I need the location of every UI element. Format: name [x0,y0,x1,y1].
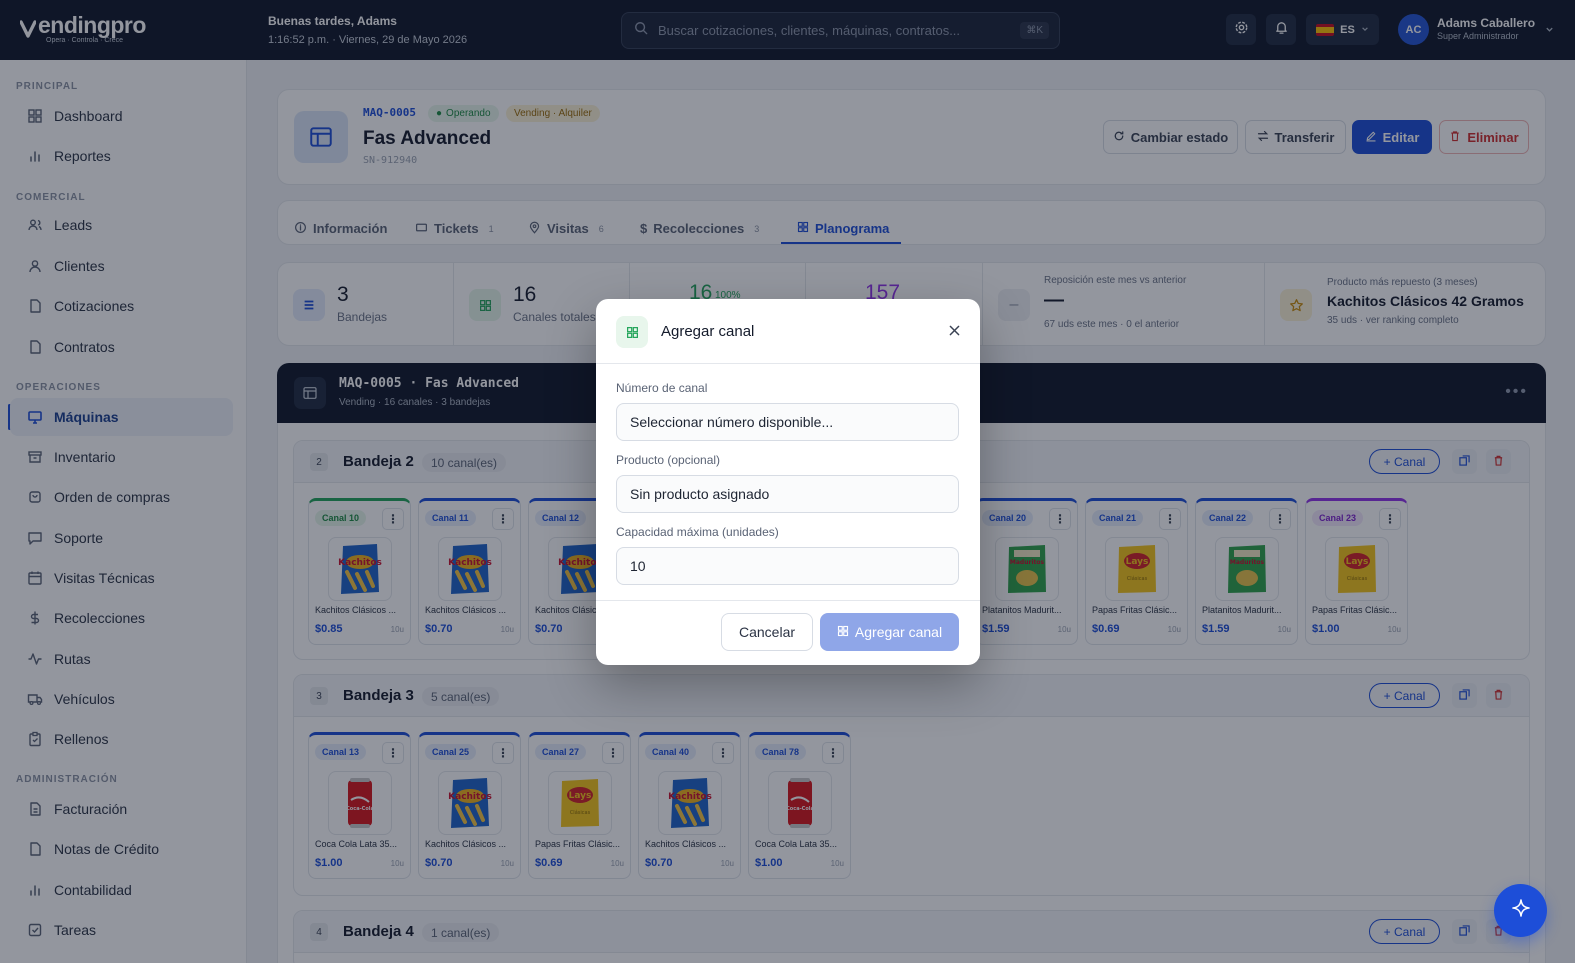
product-select[interactable]: Sin producto asignado [616,475,959,513]
add-channel-label: Agregar canal [854,624,943,640]
add-channel-button[interactable]: Agregar canal [820,613,959,651]
grid-icon [616,316,648,348]
divider [596,363,980,364]
add-channel-modal: Agregar canal Número de canal Selecciona… [596,299,980,665]
grid-icon [837,624,849,640]
close-icon[interactable] [949,323,960,341]
channel-number-select[interactable]: Seleccionar número disponible... [616,403,959,441]
modal-title: Agregar canal [661,323,755,340]
capacity-input[interactable]: 10 [616,547,959,585]
sparkle-icon [1511,898,1531,923]
channel-number-label: Número de canal [616,381,708,395]
cancel-button[interactable]: Cancelar [721,613,813,651]
ai-assistant-button[interactable] [1494,884,1547,937]
capacity-label: Capacidad máxima (unidades) [616,525,779,539]
divider [596,600,980,601]
product-label: Producto (opcional) [616,453,721,467]
